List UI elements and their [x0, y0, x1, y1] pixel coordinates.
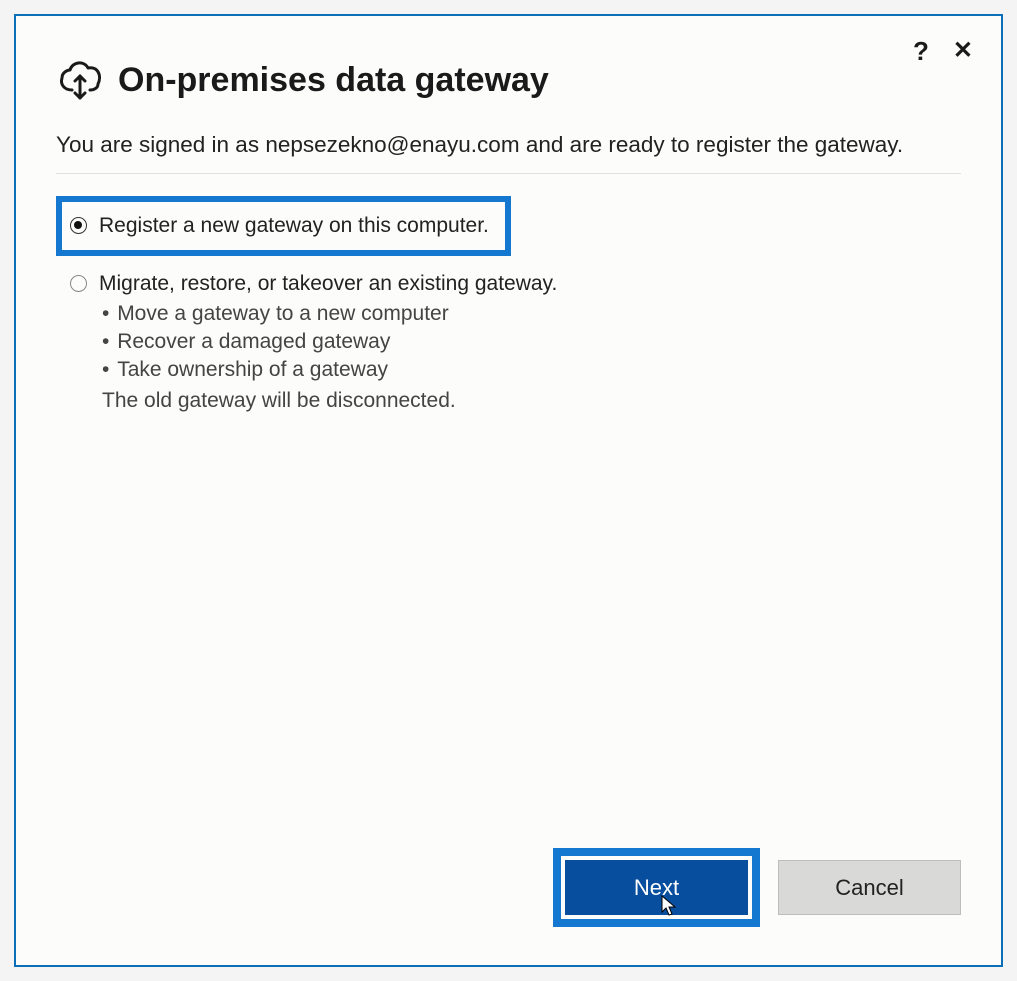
close-icon[interactable]: ✕: [953, 39, 973, 63]
next-button-label: Next: [634, 875, 679, 901]
cancel-button[interactable]: Cancel: [778, 860, 961, 915]
migrate-bullet-1: Move a gateway to a new computer: [102, 300, 961, 328]
migrate-note: The old gateway will be disconnected.: [102, 387, 961, 415]
migrate-bullet-2: Recover a damaged gateway: [102, 328, 961, 356]
option-register-label: Register a new gateway on this computer.: [99, 214, 489, 238]
next-button-highlight: Next: [553, 848, 760, 927]
help-icon[interactable]: ?: [913, 38, 929, 64]
gateway-options: Register a new gateway on this computer.…: [56, 196, 961, 415]
next-button[interactable]: Next: [565, 860, 748, 915]
option-register[interactable]: Register a new gateway on this computer.: [70, 214, 489, 238]
migrate-bullet-3: Take ownership of a gateway: [102, 356, 961, 384]
radio-migrate[interactable]: [70, 275, 87, 292]
gateway-setup-dialog: ? ✕ On-premises data gateway You are sig…: [14, 14, 1003, 967]
radio-register[interactable]: [70, 217, 87, 234]
window-controls: ? ✕: [913, 38, 973, 64]
dialog-footer: Next Cancel: [56, 848, 961, 935]
option-migrate[interactable]: Migrate, restore, or takeover an existin…: [56, 272, 961, 296]
cloud-upload-icon: [56, 54, 104, 107]
option-register-highlight: Register a new gateway on this computer.: [56, 196, 511, 256]
header: On-premises data gateway: [56, 54, 961, 107]
signed-in-message: You are signed in as nepsezekno@enayu.co…: [56, 129, 961, 174]
cancel-button-label: Cancel: [835, 875, 903, 901]
option-migrate-label: Migrate, restore, or takeover an existin…: [99, 272, 557, 296]
migrate-bullets: Move a gateway to a new computer Recover…: [102, 300, 961, 385]
dialog-title: On-premises data gateway: [118, 61, 549, 100]
